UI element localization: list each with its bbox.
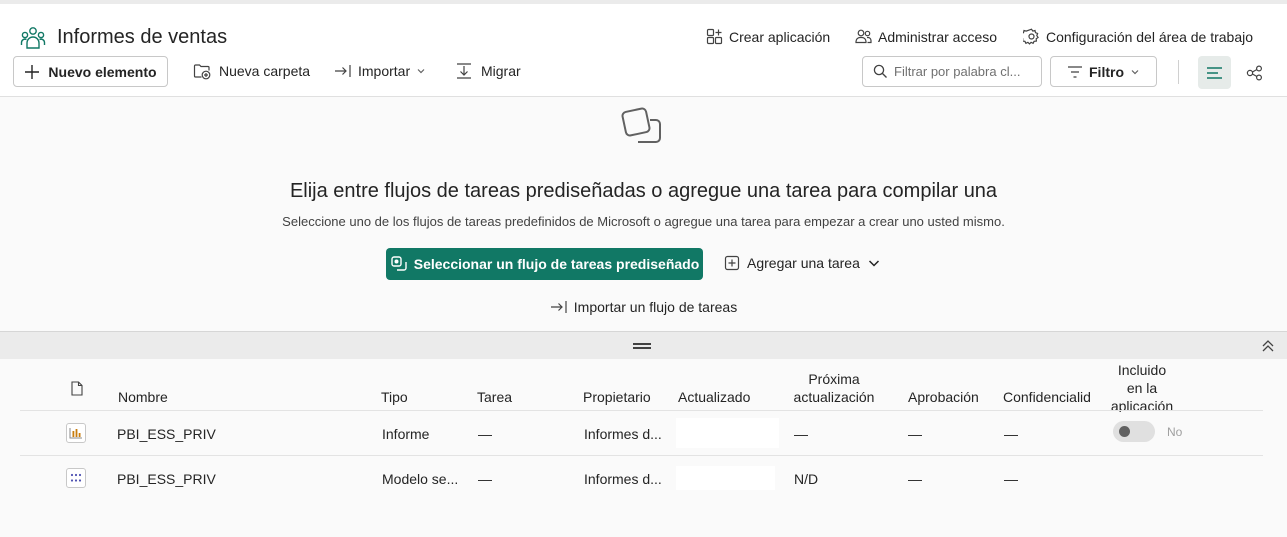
manage-access-label: Administrar acceso <box>878 28 998 45</box>
select-predesigned-flow-button[interactable]: Seleccionar un flujo de tareas prediseña… <box>386 248 703 280</box>
add-task-label: Agregar una tarea <box>747 255 860 271</box>
filter-search-box[interactable] <box>862 56 1042 87</box>
chevron-down-icon <box>868 260 879 267</box>
new-folder-label: Nueva carpeta <box>219 63 311 79</box>
column-header-next-refresh[interactable]: Próxima actualización <box>784 370 884 406</box>
column-header-next-refresh-line-1: Próxima <box>808 371 860 387</box>
row-refreshed-cell <box>676 418 779 448</box>
import-task-flow-link[interactable]: Importar un flujo de tareas <box>0 299 1287 315</box>
create-app-label: Crear aplicación <box>729 28 831 45</box>
workspace-settings-button[interactable]: Configuración del área de trabajo <box>1023 28 1253 45</box>
column-header-refreshed[interactable]: Actualizado <box>678 389 750 405</box>
chevron-down-icon <box>417 69 425 74</box>
column-header-owner[interactable]: Propietario <box>583 389 651 405</box>
chevron-down-icon <box>1131 69 1139 74</box>
create-app-button[interactable]: Crear aplicación <box>706 28 830 45</box>
filter-button[interactable]: Filtro <box>1050 56 1157 87</box>
items-table: Nombre Tipo Tarea Propietario Actualizad… <box>0 359 1287 537</box>
row-type: Informe <box>382 426 430 442</box>
search-input[interactable] <box>894 64 1034 79</box>
task-flow-illustration-icon <box>621 107 661 143</box>
row-type: Modelo se... <box>382 471 459 487</box>
row-endorsement: — <box>908 471 922 487</box>
manage-access-button[interactable]: Administrar acceso <box>855 28 997 45</box>
workspace-icon <box>20 27 46 49</box>
column-header-next-refresh-line-2: actualización <box>793 389 875 405</box>
folder-add-icon <box>193 64 211 80</box>
plus-icon <box>25 64 40 79</box>
row-refreshed-cell <box>676 466 775 490</box>
row-sensitivity: — <box>1004 471 1018 487</box>
filter-icon <box>1068 65 1082 78</box>
row-divider <box>20 455 1263 456</box>
new-item-button[interactable]: Nuevo elemento <box>13 56 168 87</box>
migrate-label: Migrar <box>481 63 521 79</box>
column-header-task[interactable]: Tarea <box>477 389 512 405</box>
migrate-icon <box>457 63 471 79</box>
row-name[interactable]: PBI_ESS_PRIV <box>117 426 216 442</box>
row-owner: Informes d... <box>584 426 662 442</box>
select-predesigned-flow-label: Seleccionar un flujo de tareas prediseña… <box>413 256 700 272</box>
collapse-chevron-up-icon[interactable] <box>1261 339 1275 353</box>
row-task: — <box>478 471 492 487</box>
people-icon <box>855 29 872 44</box>
row-owner: Informes d... <box>584 471 662 487</box>
workspace-settings-label: Configuración del área de trabajo <box>1046 28 1254 45</box>
toolbar-divider <box>1178 60 1179 84</box>
task-flow-icon <box>391 256 407 271</box>
add-square-icon <box>724 255 740 271</box>
pane-splitter <box>0 331 1287 359</box>
new-item-label: Nuevo elemento <box>48 63 157 80</box>
page-title: Informes de ventas <box>57 26 228 48</box>
report-icon <box>66 423 86 443</box>
row-next-refresh: — <box>794 426 808 442</box>
import-task-flow-label: Importar un flujo de tareas <box>573 299 738 315</box>
filter-label: Filtro <box>1089 63 1124 80</box>
row-name[interactable]: PBI_ESS_PRIV <box>117 471 216 487</box>
lineage-view-button[interactable] <box>1240 56 1270 89</box>
import-icon <box>550 301 567 313</box>
list-view-icon <box>1207 66 1222 79</box>
row-endorsement: — <box>908 426 922 442</box>
header-row-divider <box>20 410 1263 411</box>
column-header-sensitivity[interactable]: Confidencialid <box>1003 389 1091 405</box>
include-in-app-toggle[interactable] <box>1113 421 1155 442</box>
toggle-knob <box>1119 426 1130 437</box>
import-dropdown[interactable]: Importar <box>334 62 426 80</box>
column-header-included-line-2: en la <box>1126 380 1158 396</box>
column-header-type[interactable]: Tipo <box>381 389 408 405</box>
import-label: Importar <box>358 63 411 79</box>
empty-state-title: Elija entre flujos de tareas prediseñada… <box>289 180 998 202</box>
empty-state-description: Seleccione uno de los flujos de tareas p… <box>282 214 1005 229</box>
lineage-icon <box>1246 64 1263 81</box>
search-icon <box>873 64 887 78</box>
file-type-icon <box>71 381 83 396</box>
column-header-included-line-1: Incluido <box>1117 362 1167 378</box>
column-header-endorsement[interactable]: Aprobación <box>908 389 979 405</box>
splitter-grip-handle[interactable] <box>633 343 651 349</box>
import-icon <box>335 65 351 77</box>
row-sensitivity: — <box>1004 426 1018 442</box>
column-header-name[interactable]: Nombre <box>118 389 168 405</box>
app-icon <box>706 28 723 45</box>
new-folder-button[interactable]: Nueva carpeta <box>193 62 310 80</box>
workspace-header: Informes de ventas Crear aplicación Admi… <box>0 4 1287 97</box>
row-next-refresh: N/D <box>794 471 819 487</box>
migrate-button[interactable]: Migrar <box>455 62 521 80</box>
column-header-included-in-app[interactable]: Incluido en la aplicación <box>1100 361 1184 412</box>
include-in-app-status: No <box>1167 425 1183 439</box>
row-task: — <box>478 426 492 442</box>
add-task-dropdown[interactable]: Agregar una tarea <box>724 255 881 271</box>
gear-icon <box>1023 28 1039 45</box>
semantic-model-icon <box>66 468 86 488</box>
list-view-button[interactable] <box>1198 56 1231 89</box>
